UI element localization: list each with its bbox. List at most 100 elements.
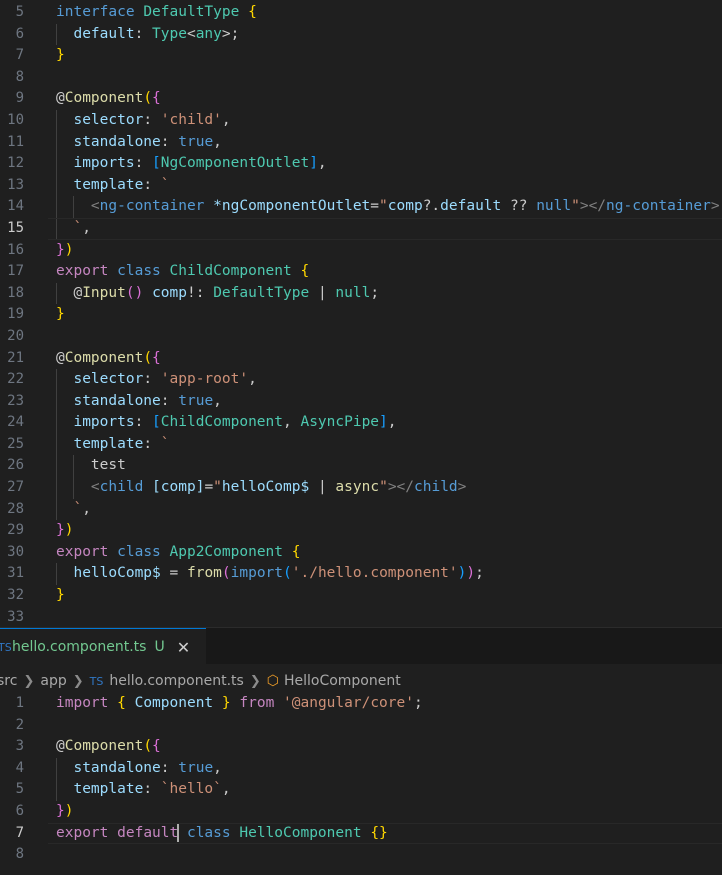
code-area[interactable]: 1 import { Component } from '@angular/cor… bbox=[0, 693, 722, 866]
code-text: imports: [NgComponentOutlet], bbox=[56, 153, 326, 175]
code-line[interactable]: 24 imports: [ChildComponent, AsyncPipe], bbox=[0, 412, 722, 434]
code-line[interactable]: 29}) bbox=[0, 520, 722, 542]
code-line[interactable]: 3 @Component({ bbox=[0, 736, 722, 758]
code-line[interactable]: 7 export default class HelloComponent {} bbox=[0, 822, 722, 845]
code-token: imports bbox=[73, 155, 135, 172]
code-line[interactable]: 2 bbox=[0, 715, 722, 737]
breadcrumb-symbol[interactable]: HelloComponent bbox=[284, 673, 401, 689]
code-line[interactable]: 6 default: Type<any>; bbox=[0, 23, 722, 46]
code-token: : bbox=[143, 781, 161, 798]
code-token: ></ bbox=[387, 479, 415, 496]
code-token: ChildComponent bbox=[160, 414, 283, 431]
code-line[interactable]: 33 bbox=[0, 607, 722, 627]
code-line[interactable]: 19} bbox=[0, 304, 722, 326]
breadcrumb-app[interactable]: app bbox=[40, 673, 66, 689]
code-line[interactable]: 17 export class ChildComponent { bbox=[0, 261, 722, 283]
breadcrumb-src[interactable]: src bbox=[0, 673, 17, 689]
code-token: " bbox=[213, 479, 222, 496]
code-token: , bbox=[283, 414, 301, 431]
code-line[interactable]: 5 interface DefaultType { bbox=[0, 2, 722, 24]
line-number: 27 bbox=[7, 479, 24, 496]
code-line[interactable]: 23 standalone: true, bbox=[0, 390, 722, 413]
code-line[interactable]: 8 bbox=[0, 67, 722, 89]
class-symbol-icon: ⬡ bbox=[266, 673, 279, 689]
code-token: @ bbox=[56, 90, 65, 107]
code-text: import { Component } from '@angular/core… bbox=[56, 693, 423, 715]
code-token: , bbox=[213, 392, 222, 409]
code-line[interactable]: 4 standalone: true, bbox=[0, 757, 722, 780]
code-line[interactable]: 6}) bbox=[0, 801, 722, 823]
code-token: Component bbox=[64, 349, 144, 366]
tab-hello-component[interactable]: TS hello.component.ts U ✕ bbox=[0, 628, 206, 665]
code-token: true bbox=[178, 392, 214, 409]
code-line[interactable]: 32} bbox=[0, 585, 722, 607]
tab-label: hello.component.ts bbox=[12, 639, 147, 655]
code-token: default bbox=[73, 25, 135, 42]
code-token: ?? bbox=[501, 198, 537, 215]
chevron-right-icon: ❯ bbox=[23, 673, 35, 689]
code-token: !: bbox=[186, 284, 214, 301]
line-number: 31 bbox=[7, 565, 24, 582]
code-line[interactable]: 22 selector: 'app-root', bbox=[0, 369, 722, 391]
code-token: import bbox=[230, 565, 284, 582]
code-token: ></ bbox=[579, 198, 607, 215]
code-line[interactable]: 9 @Component({ bbox=[0, 88, 722, 110]
code-line[interactable]: 31 helloComp$ = from(import('./hello.com… bbox=[0, 563, 722, 586]
close-icon[interactable]: ✕ bbox=[177, 638, 190, 657]
code-area[interactable]: 5 interface DefaultType {6 default: Type<… bbox=[0, 2, 722, 627]
code-line[interactable]: 12 imports: [NgComponentOutlet], bbox=[0, 153, 722, 175]
code-line[interactable]: 5 template: `hello`, bbox=[0, 779, 722, 801]
code-text: } bbox=[56, 304, 65, 326]
code-token: ) bbox=[64, 522, 74, 539]
code-token: : bbox=[160, 392, 179, 409]
text-cursor bbox=[177, 823, 180, 842]
code-token: export bbox=[56, 824, 109, 841]
code-token: " bbox=[571, 198, 580, 215]
code-line[interactable]: 25 template: ` bbox=[0, 433, 722, 456]
code-line[interactable]: 21 @Component({ bbox=[0, 348, 722, 370]
code-line[interactable]: 7} bbox=[0, 45, 722, 67]
code-line[interactable]: 11 standalone: true, bbox=[0, 131, 722, 154]
code-line[interactable]: 13 template: ` bbox=[0, 174, 722, 197]
code-line[interactable]: 8 bbox=[0, 844, 722, 866]
code-text: <ng-container *ngComponentOutlet="comp?.… bbox=[56, 196, 720, 218]
code-line[interactable]: 26 test bbox=[0, 455, 722, 478]
code-line[interactable]: 15 `, bbox=[0, 217, 722, 240]
code-token: @ bbox=[56, 738, 65, 755]
code-line[interactable]: 20 bbox=[0, 326, 722, 348]
code-line[interactable]: 28 `, bbox=[0, 498, 722, 521]
top-editor-pane[interactable]: 5 interface DefaultType {6 default: Type<… bbox=[0, 0, 722, 627]
code-text: standalone: true, bbox=[56, 758, 221, 780]
code-line[interactable]: 18 @Input() comp!: DefaultType | null; bbox=[0, 282, 722, 305]
code-line[interactable]: 14 <ng-container *ngComponentOutlet="com… bbox=[0, 196, 722, 218]
code-token: DefaultType bbox=[213, 284, 310, 301]
line-number: 23 bbox=[7, 392, 24, 409]
code-text: standalone: true, bbox=[56, 132, 221, 154]
code-line[interactable]: 10 selector: 'child', bbox=[0, 109, 722, 132]
line-number: 18 bbox=[7, 284, 24, 301]
tab-bar: TS hello.component.ts U ✕ bbox=[0, 628, 722, 665]
code-line[interactable]: 1 import { Component } from '@angular/cor… bbox=[0, 693, 722, 715]
code-token: = bbox=[160, 565, 187, 582]
code-token: *ngComponentOutlet bbox=[213, 198, 371, 215]
code-token: { bbox=[300, 263, 310, 280]
code-token: , bbox=[82, 500, 91, 517]
code-token: template bbox=[73, 781, 144, 798]
bottom-editor-pane[interactable]: TS hello.component.ts U ✕ src ❯ app ❯ TS… bbox=[0, 627, 722, 875]
code-token: child bbox=[414, 479, 458, 496]
code-token: 'child' bbox=[160, 111, 222, 128]
code-line[interactable]: 16}) bbox=[0, 240, 722, 262]
code-line[interactable]: 27 <child [comp]="helloComp$ | async"></… bbox=[0, 477, 722, 499]
line-number: 7 bbox=[15, 824, 24, 841]
code-line[interactable]: 30 export class App2Component { bbox=[0, 542, 722, 564]
code-token: comp bbox=[387, 198, 423, 215]
code-token: { bbox=[117, 695, 126, 711]
breadcrumb-file[interactable]: hello.component.ts bbox=[109, 673, 243, 689]
